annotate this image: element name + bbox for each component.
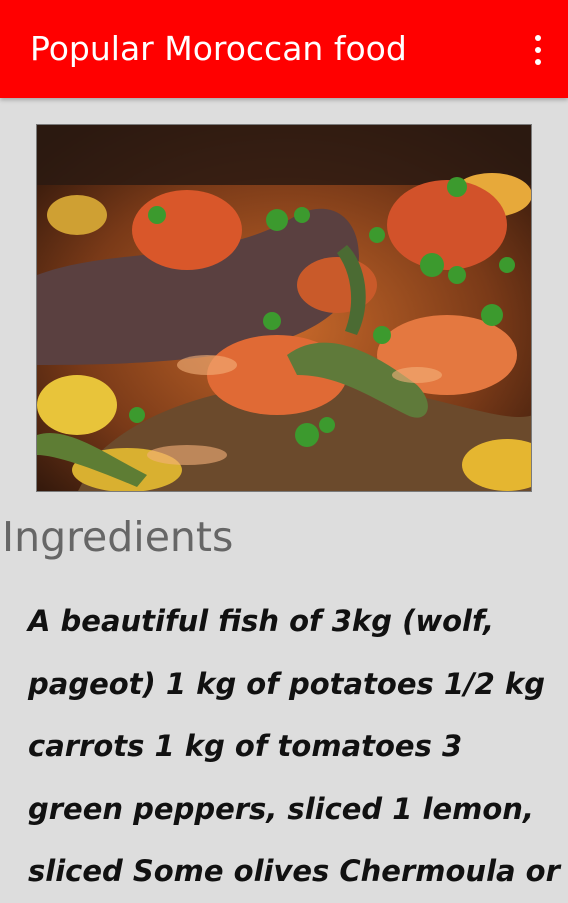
ingredients-line: green peppers, sliced 1 lemon, <box>28 791 534 826</box>
ingredients-text: A beautiful fish of 3kg (wolf, pageot) 1… <box>28 590 560 903</box>
app-bar: Popular Moroccan food <box>0 0 568 98</box>
ingredients-line: carrots 1 kg of tomatoes 3 <box>28 729 463 763</box>
ingredients-line: A beautiful fish of 3kg (wolf, <box>28 604 495 638</box>
more-vert-icon[interactable] <box>526 30 550 70</box>
ingredients-heading: Ingredients <box>2 513 234 561</box>
app-title: Popular Moroccan food <box>30 29 407 68</box>
ingredients-line: sliced Some olives Chermoula or <box>28 854 560 888</box>
ingredients-line: pageot) 1 kg of potatoes 1/2 kg <box>28 666 545 701</box>
dish-image <box>36 124 532 492</box>
